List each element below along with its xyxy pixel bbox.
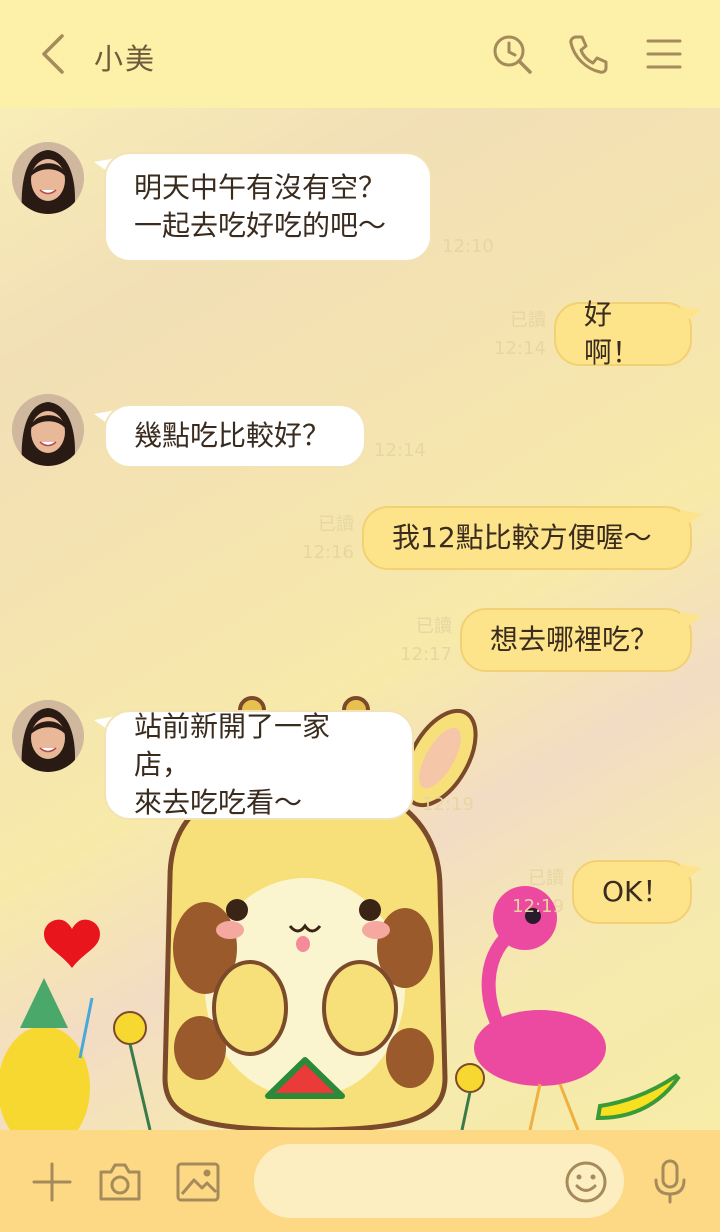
avatar[interactable] — [12, 394, 84, 466]
message-time: 12:14 — [374, 440, 426, 461]
message-bubble[interactable]: 明天中午有沒有空？ 一起去吃好吃的吧～ — [104, 152, 432, 262]
chat-header: 小美 — [0, 0, 720, 108]
bubble-tail — [680, 510, 702, 528]
message-time: 12:19 — [422, 794, 474, 815]
read-receipt: 已讀 — [510, 310, 546, 331]
message-bubble[interactable]: 我12點比較方便喔～ — [362, 506, 692, 570]
message-text: OK！ — [602, 875, 671, 908]
message-bubble[interactable]: 幾點吃比較好？ — [104, 404, 366, 468]
message-bubble[interactable]: 站前新開了一家店， 來去吃吃看～ — [104, 710, 414, 820]
image-icon[interactable] — [174, 1158, 222, 1206]
bubble-tail — [680, 864, 702, 882]
message-text: 幾點吃比較好？ — [134, 419, 331, 452]
read-receipt: 已讀 — [416, 616, 452, 637]
bubble-tail — [680, 612, 702, 630]
read-receipt: 已讀 — [528, 868, 564, 889]
message-time: 12:10 — [442, 236, 494, 257]
message-time: 12:16 — [302, 542, 354, 563]
message-bubble[interactable]: 想去哪裡吃？ — [460, 608, 692, 672]
contact-name[interactable]: 小美 — [94, 36, 156, 78]
menu-icon[interactable] — [642, 32, 686, 76]
back-chevron-icon[interactable] — [36, 32, 72, 76]
avatar[interactable] — [12, 142, 84, 214]
message-text: 我12點比較方便喔～ — [392, 521, 652, 554]
chat-area[interactable]: 明天中午有沒有空？ 一起去吃好吃的吧～ 12:10 好啊！ 已讀 12:14 幾… — [0, 108, 720, 1130]
read-receipt: 已讀 — [318, 514, 354, 535]
message-text: 明天中午有沒有空？ 一起去吃好吃的吧～ — [134, 171, 387, 242]
bubble-tail — [680, 306, 702, 324]
search-clock-icon[interactable] — [490, 32, 534, 76]
camera-icon[interactable] — [96, 1158, 144, 1206]
message-bubble[interactable]: OK！ — [572, 860, 692, 924]
message-bubble[interactable]: 好啊！ — [554, 298, 692, 369]
message-time: 12:14 — [494, 338, 546, 359]
message-time: 12:17 — [400, 644, 452, 665]
message-composer — [0, 1130, 720, 1232]
plus-icon[interactable] — [28, 1158, 76, 1206]
message-text: 站前新開了一家店， 來去吃吃看～ — [134, 710, 331, 819]
phone-icon[interactable] — [566, 32, 610, 76]
avatar[interactable] — [12, 700, 84, 772]
emoji-icon[interactable] — [562, 1158, 610, 1206]
message-text: 好啊！ — [584, 298, 641, 369]
message-text: 想去哪裡吃？ — [490, 623, 659, 656]
microphone-icon[interactable] — [646, 1158, 694, 1206]
message-time: 12:19 — [512, 896, 564, 917]
